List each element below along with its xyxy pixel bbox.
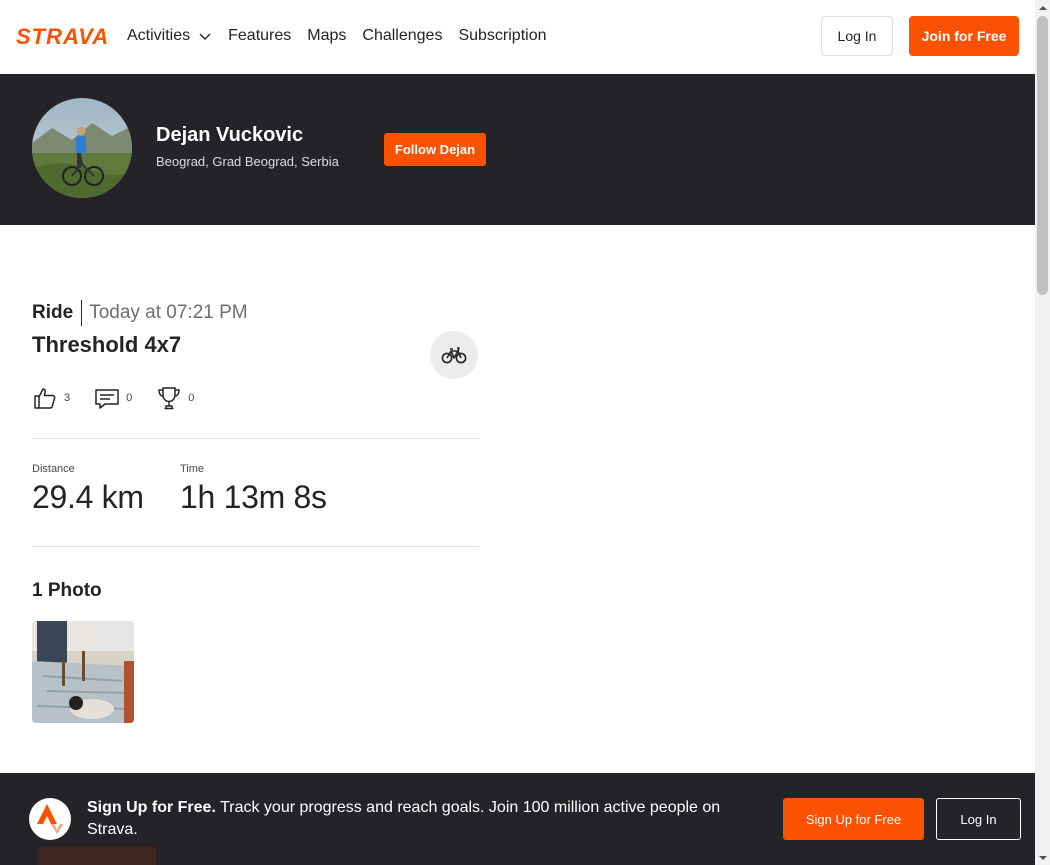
chevron-down-icon	[199, 33, 211, 40]
signup-banner: Sign Up for Free. Track your progress an…	[0, 773, 1035, 865]
nav-features[interactable]: Features	[228, 27, 291, 45]
activity-type: Ride	[32, 300, 83, 326]
follow-button[interactable]: Follow Dejan	[384, 133, 486, 166]
main-nav: Activities Features Maps Challenges Subs…	[127, 0, 563, 72]
trophy-icon	[158, 387, 180, 410]
activity-title: Threshold 4x7	[32, 332, 182, 357]
banner-login-button[interactable]: Log In	[936, 798, 1021, 840]
sport-badge	[430, 331, 478, 379]
scroll-down-arrow-icon[interactable]	[1035, 850, 1050, 865]
top-navigation: STRAVA Activities Features Maps Challeng…	[0, 0, 1035, 74]
stat-value: 1h 13m 8s	[180, 479, 327, 515]
nav-activities[interactable]: Activities	[127, 27, 212, 45]
kudos-count: 3	[64, 392, 71, 404]
activity-time: Today at 07:21 PM	[89, 302, 248, 323]
comments-button[interactable]: 0	[94, 385, 132, 411]
login-button[interactable]: Log In	[821, 16, 893, 56]
nav-activities-label: Activities	[127, 27, 191, 44]
comments-count: 0	[126, 392, 133, 404]
stat-value: 29.4 km	[32, 479, 144, 515]
comment-icon	[95, 389, 119, 409]
strava-logo-icon	[29, 798, 71, 840]
social-bar: 3 0 0	[32, 385, 218, 411]
scroll-up-arrow-icon[interactable]	[1035, 0, 1050, 15]
nav-challenges[interactable]: Challenges	[362, 27, 442, 45]
nav-maps[interactable]: Maps	[307, 27, 346, 45]
scrollbar[interactable]	[1035, 0, 1050, 865]
scrollbar-thumb[interactable]	[1037, 16, 1048, 295]
stat-label: Time	[180, 463, 205, 475]
bike-icon	[441, 347, 467, 364]
athlete-name[interactable]: Dejan Vuckovic	[156, 124, 303, 147]
thumbs-up-icon	[34, 388, 56, 409]
strava-logo[interactable]: STRAVA	[16, 24, 112, 48]
kudos-button[interactable]: 3	[32, 385, 70, 411]
avatar[interactable]	[32, 98, 132, 198]
stat-time: Time 1h 13m 8s	[180, 463, 327, 516]
photo-thumbnail[interactable]	[32, 621, 134, 723]
logo-text: STRAVA	[16, 24, 109, 48]
nav-subscription[interactable]: Subscription	[458, 27, 546, 45]
achievements-count: 0	[188, 392, 195, 404]
athlete-header: Dejan Vuckovic Beograd, Grad Beograd, Se…	[0, 74, 1035, 225]
banner-text: Sign Up for Free. Track your progress an…	[87, 797, 747, 841]
background-element	[38, 847, 156, 865]
photos-title: 1 Photo	[32, 580, 102, 601]
athlete-location: Beograd, Grad Beograd, Serbia	[156, 154, 339, 169]
sign-up-button[interactable]: Sign Up for Free	[783, 798, 924, 840]
join-for-free-button[interactable]: Join for Free	[909, 16, 1019, 56]
achievements-button[interactable]: 0	[156, 385, 194, 411]
divider	[32, 546, 479, 547]
divider	[32, 438, 479, 439]
stat-label: Distance	[32, 463, 75, 475]
stat-distance: Distance 29.4 km	[32, 463, 144, 516]
banner-text-bold: Sign Up for Free.	[87, 799, 216, 816]
activity-heading: Ride Today at 07:21 PM	[32, 300, 248, 326]
